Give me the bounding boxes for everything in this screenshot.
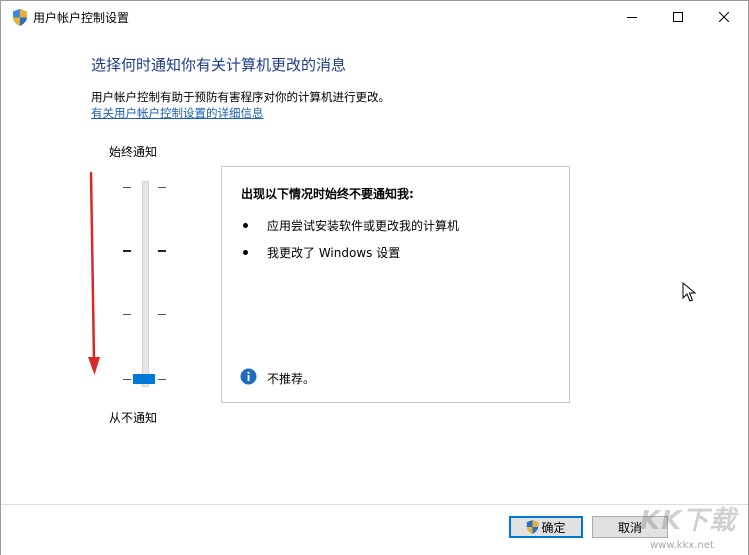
- slider-tick: [123, 250, 131, 252]
- panel-title: 出现以下情况时始终不要通知我:: [241, 187, 414, 201]
- ok-button[interactable]: 确定: [509, 516, 583, 538]
- bullet-icon: [243, 250, 248, 255]
- watermark-logo: KK下载: [640, 506, 737, 536]
- red-arrow-annotation: [88, 171, 100, 375]
- list-item-text: 我更改了 Windows 设置: [267, 246, 401, 260]
- bullet-icon: [243, 223, 248, 228]
- maximize-icon: [673, 12, 683, 22]
- list-item-text: 应用尝试安装软件或更改我的计算机: [267, 219, 460, 233]
- dialog-footer: 确定 取消: [1, 504, 748, 555]
- uac-settings-window: 用户帐户控制设置 选择何时通知你有关计算机更改的消息 用户帐户控制有助于预防有害…: [0, 0, 749, 555]
- slider-top-label: 始终通知: [109, 145, 158, 159]
- minimize-icon: [627, 17, 637, 18]
- close-icon: [719, 12, 729, 22]
- ok-button-label: 确定: [541, 520, 566, 535]
- recommendation-text: 不推荐。: [267, 372, 316, 386]
- watermark-url: www.kkx.net: [650, 540, 714, 551]
- title-bar[interactable]: 用户帐户控制设置: [1, 1, 748, 33]
- cancel-button-label: 取消: [617, 520, 642, 535]
- slider-bottom-label: 从不通知: [109, 411, 158, 425]
- uac-details-link[interactable]: 有关用户帐户控制设置的详细信息: [91, 105, 264, 121]
- page-description: 用户帐户控制有助于预防有害程序对你的计算机进行更改。: [91, 90, 390, 104]
- minimize-button[interactable]: [609, 1, 655, 33]
- slider-tick: [123, 187, 131, 188]
- slider-track[interactable]: [142, 181, 149, 387]
- uac-shield-icon: [13, 9, 27, 26]
- uac-shield-icon: [527, 520, 539, 534]
- slider-tick: [123, 314, 131, 315]
- slider-tick: [123, 379, 131, 380]
- window-title: 用户帐户控制设置: [33, 11, 130, 25]
- close-button[interactable]: [701, 1, 747, 33]
- maximize-button[interactable]: [655, 1, 701, 33]
- notify-level-slider[interactable]: [121, 171, 169, 391]
- slider-tick: [158, 187, 166, 188]
- site-watermark: KK下载 www.kkx.net: [640, 500, 749, 555]
- slider-tick: [158, 379, 166, 380]
- slider-tick: [158, 250, 166, 252]
- slider-thumb[interactable]: [133, 374, 155, 384]
- mouse-cursor-icon: [682, 282, 696, 302]
- level-description-panel: 出现以下情况时始终不要通知我: 应用尝试安装软件或更改我的计算机 我更改了 Wi…: [221, 166, 570, 403]
- slider-tick: [158, 314, 166, 315]
- info-icon: [240, 368, 257, 385]
- page-heading: 选择何时通知你有关计算机更改的消息: [91, 56, 347, 74]
